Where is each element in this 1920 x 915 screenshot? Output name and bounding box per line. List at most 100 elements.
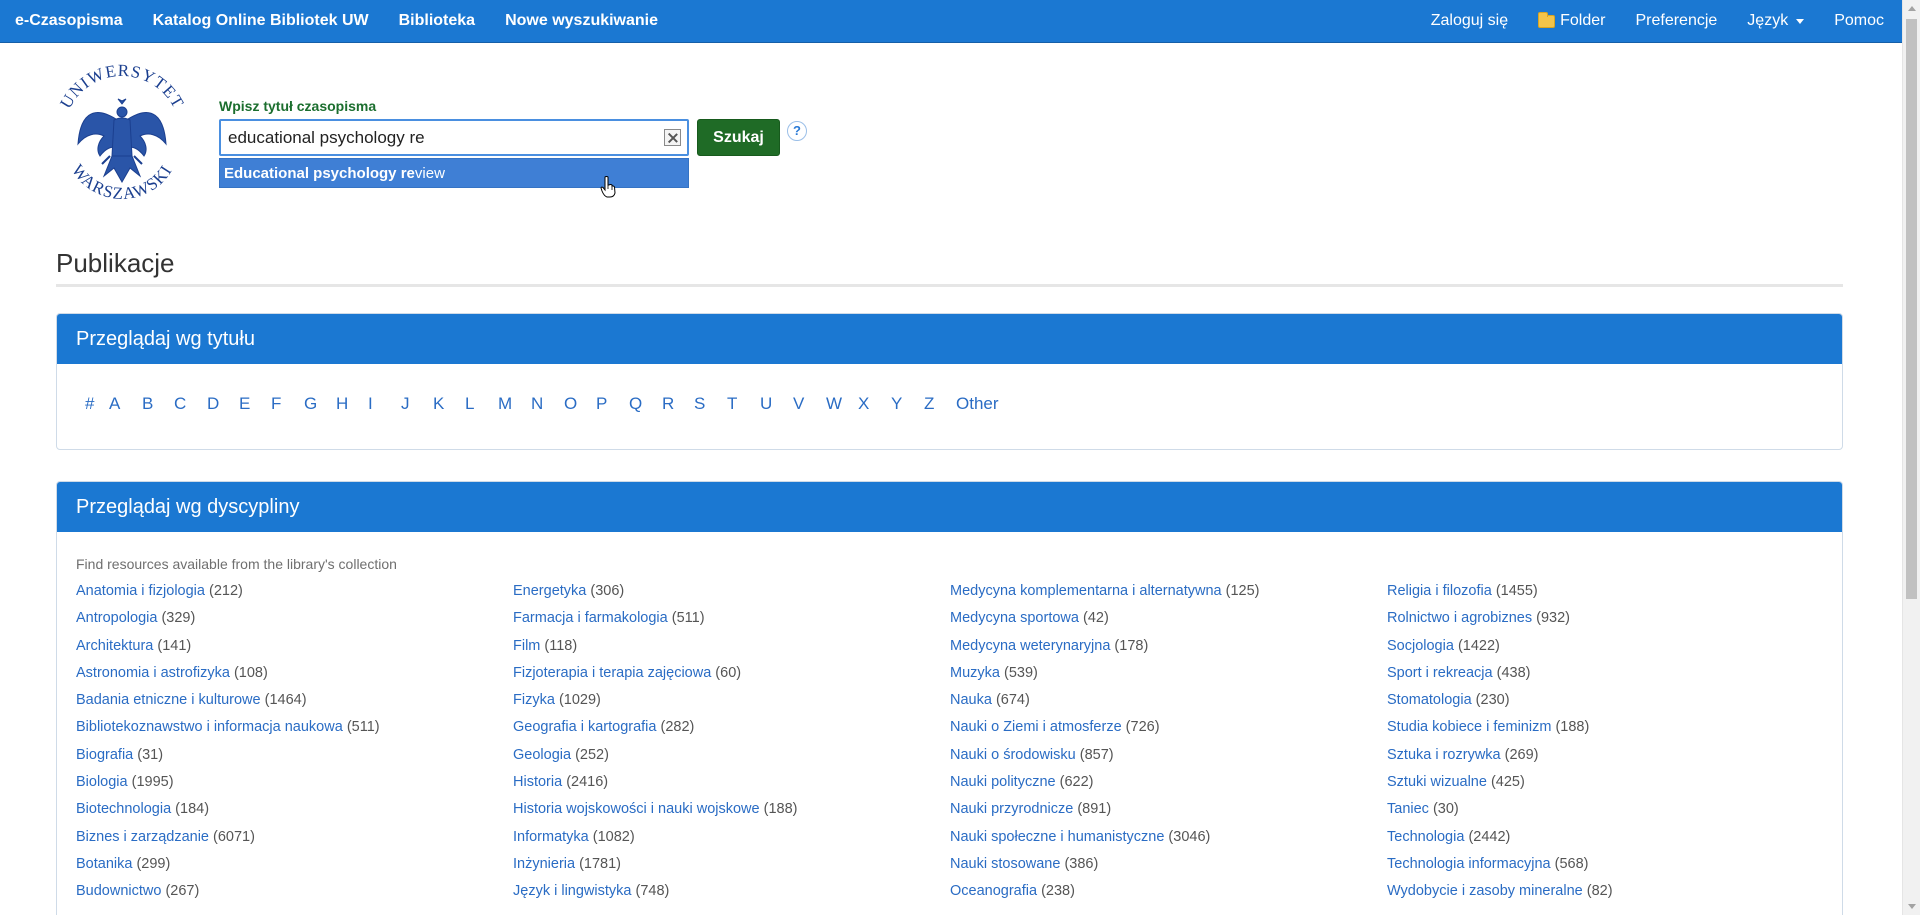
letter-link-s[interactable]: S: [694, 394, 727, 414]
letter-link-w[interactable]: W: [826, 394, 858, 414]
discipline-link[interactable]: Film: [513, 638, 540, 654]
nav-link-2[interactable]: Biblioteka: [384, 0, 490, 42]
letter-link-r[interactable]: R: [662, 394, 694, 414]
discipline-link[interactable]: Geologia: [513, 747, 571, 763]
help-icon[interactable]: ?: [787, 121, 807, 141]
letter-link-i[interactable]: I: [368, 394, 401, 414]
letter-link-a[interactable]: A: [109, 394, 142, 414]
folder-link[interactable]: Folder: [1523, 0, 1620, 42]
letter-link-u[interactable]: U: [760, 394, 793, 414]
discipline-link[interactable]: Nauki przyrodnicze: [950, 801, 1073, 817]
discipline-link[interactable]: Bibliotekoznawstwo i informacja naukowa: [76, 719, 343, 735]
discipline-link[interactable]: Nauki społeczne i humanistyczne: [950, 829, 1164, 845]
letter-link-h[interactable]: H: [336, 394, 368, 414]
autocomplete-suggestion[interactable]: Educational psychology review: [219, 158, 689, 188]
search-button[interactable]: Szukaj: [697, 119, 780, 156]
discipline-link[interactable]: Wydobycie i zasoby mineralne: [1387, 883, 1583, 899]
nav-link-0[interactable]: e-Czasopisma: [0, 0, 138, 42]
letter-link-j[interactable]: J: [401, 394, 433, 414]
discipline-link[interactable]: Energetyka: [513, 583, 586, 599]
letter-link-hash[interactable]: #: [85, 394, 109, 414]
discipline-link[interactable]: Taniec: [1387, 801, 1429, 817]
discipline-link[interactable]: Język i lingwistyka: [513, 883, 631, 899]
scroll-thumb[interactable]: [1906, 19, 1917, 599]
discipline-link[interactable]: Fizjoterapia i terapia zajęciowa: [513, 665, 711, 681]
discipline-link[interactable]: Informatyka: [513, 829, 589, 845]
discipline-link[interactable]: Farmacja i farmakologia: [513, 610, 668, 626]
discipline-link[interactable]: Sztuka i rozrywka: [1387, 747, 1501, 763]
letter-link-q[interactable]: Q: [629, 394, 662, 414]
discipline-link[interactable]: Technologia: [1387, 829, 1464, 845]
discipline-link[interactable]: Architektura: [76, 638, 153, 654]
discipline-link[interactable]: Sztuki wizualne: [1387, 774, 1487, 790]
discipline-link[interactable]: Medycyna sportowa: [950, 610, 1079, 626]
discipline-link[interactable]: Nauki stosowane: [950, 856, 1060, 872]
letter-link-v[interactable]: V: [793, 394, 826, 414]
discipline-link[interactable]: Nauki o środowisku: [950, 747, 1076, 763]
discipline-count: (748): [635, 883, 670, 900]
discipline-link[interactable]: Fizyka: [513, 692, 555, 708]
letter-link-p[interactable]: P: [596, 394, 629, 414]
discipline-link[interactable]: Rolnictwo i agrobiznes: [1387, 610, 1532, 626]
list-item: Technologia (2442): [1387, 829, 1613, 856]
discipline-link[interactable]: Geografia i kartografia: [513, 719, 656, 735]
discipline-link[interactable]: Sport i rekreacja: [1387, 665, 1493, 681]
discipline-count: (82): [1586, 883, 1613, 900]
letter-link-other[interactable]: Other: [956, 394, 1006, 414]
discipline-link[interactable]: Astronomia i astrofizyka: [76, 665, 230, 681]
letter-link-l[interactable]: L: [465, 394, 498, 414]
letter-link-c[interactable]: C: [174, 394, 207, 414]
discipline-link[interactable]: Inżynieria: [513, 856, 575, 872]
discipline-link[interactable]: Stomatologia: [1387, 692, 1472, 708]
discipline-link[interactable]: Biotechnologia: [76, 801, 171, 817]
discipline-link[interactable]: Botanika: [76, 856, 132, 872]
discipline-link[interactable]: Muzyka: [950, 665, 1000, 681]
discipline-count: (438): [1496, 664, 1531, 681]
discipline-link[interactable]: Biografia: [76, 747, 133, 763]
discipline-link[interactable]: Nauka: [950, 692, 992, 708]
discipline-link[interactable]: Anatomia i fizjologia: [76, 583, 205, 599]
letter-link-g[interactable]: G: [304, 394, 336, 414]
discipline-link[interactable]: Antropologia: [76, 610, 157, 626]
discipline-link[interactable]: Historia: [513, 774, 562, 790]
letter-link-k[interactable]: K: [433, 394, 465, 414]
discipline-link[interactable]: Medycyna weterynaryjna: [950, 638, 1110, 654]
login-link[interactable]: Zaloguj się: [1416, 0, 1523, 42]
discipline-link[interactable]: Badania etniczne i kulturowe: [76, 692, 261, 708]
discipline-link[interactable]: Biologia: [76, 774, 128, 790]
discipline-link[interactable]: Religia i filozofia: [1387, 583, 1492, 599]
clear-icon[interactable]: [664, 129, 681, 146]
letter-link-f[interactable]: F: [271, 394, 304, 414]
nav-link-1[interactable]: Katalog Online Bibliotek UW: [138, 0, 384, 42]
search-field[interactable]: [219, 119, 689, 156]
letter-link-z[interactable]: Z: [924, 394, 956, 414]
discipline-link[interactable]: Oceanografia: [950, 883, 1037, 899]
discipline-link[interactable]: Technologia informacyjna: [1387, 856, 1551, 872]
discipline-link[interactable]: Studia kobiece i feminizm: [1387, 719, 1551, 735]
preferences-link[interactable]: Preferencje: [1620, 0, 1732, 42]
discipline-link[interactable]: Biznes i zarządzanie: [76, 829, 209, 845]
language-dropdown[interactable]: Język: [1732, 0, 1819, 42]
letter-link-y[interactable]: Y: [891, 394, 924, 414]
vertical-scrollbar[interactable]: [1902, 0, 1920, 915]
help-link[interactable]: Pomoc: [1819, 0, 1902, 42]
scroll-down-arrow-icon[interactable]: [1903, 898, 1920, 915]
letter-link-b[interactable]: B: [142, 394, 174, 414]
letter-link-m[interactable]: M: [498, 394, 531, 414]
letter-link-n[interactable]: N: [531, 394, 564, 414]
university-logo[interactable]: UNIWERSYTET WARSZAWSKI: [52, 64, 192, 224]
discipline-link[interactable]: Nauki polityczne: [950, 774, 1056, 790]
discipline-link[interactable]: Nauki o Ziemi i atmosferze: [950, 719, 1122, 735]
letter-link-d[interactable]: D: [207, 394, 239, 414]
scroll-up-arrow-icon[interactable]: [1903, 0, 1920, 17]
discipline-link[interactable]: Socjologia: [1387, 638, 1454, 654]
discipline-link[interactable]: Budownictwo: [76, 883, 161, 899]
discipline-link[interactable]: Historia wojskowości i nauki wojskowe: [513, 801, 760, 817]
letter-link-e[interactable]: E: [239, 394, 271, 414]
letter-link-t[interactable]: T: [727, 394, 760, 414]
search-input[interactable]: [221, 121, 687, 154]
nav-link-3[interactable]: Nowe wyszukiwanie: [490, 0, 673, 42]
letter-link-x[interactable]: X: [858, 394, 891, 414]
letter-link-o[interactable]: O: [564, 394, 596, 414]
discipline-link[interactable]: Medycyna komplementarna i alternatywna: [950, 583, 1222, 599]
